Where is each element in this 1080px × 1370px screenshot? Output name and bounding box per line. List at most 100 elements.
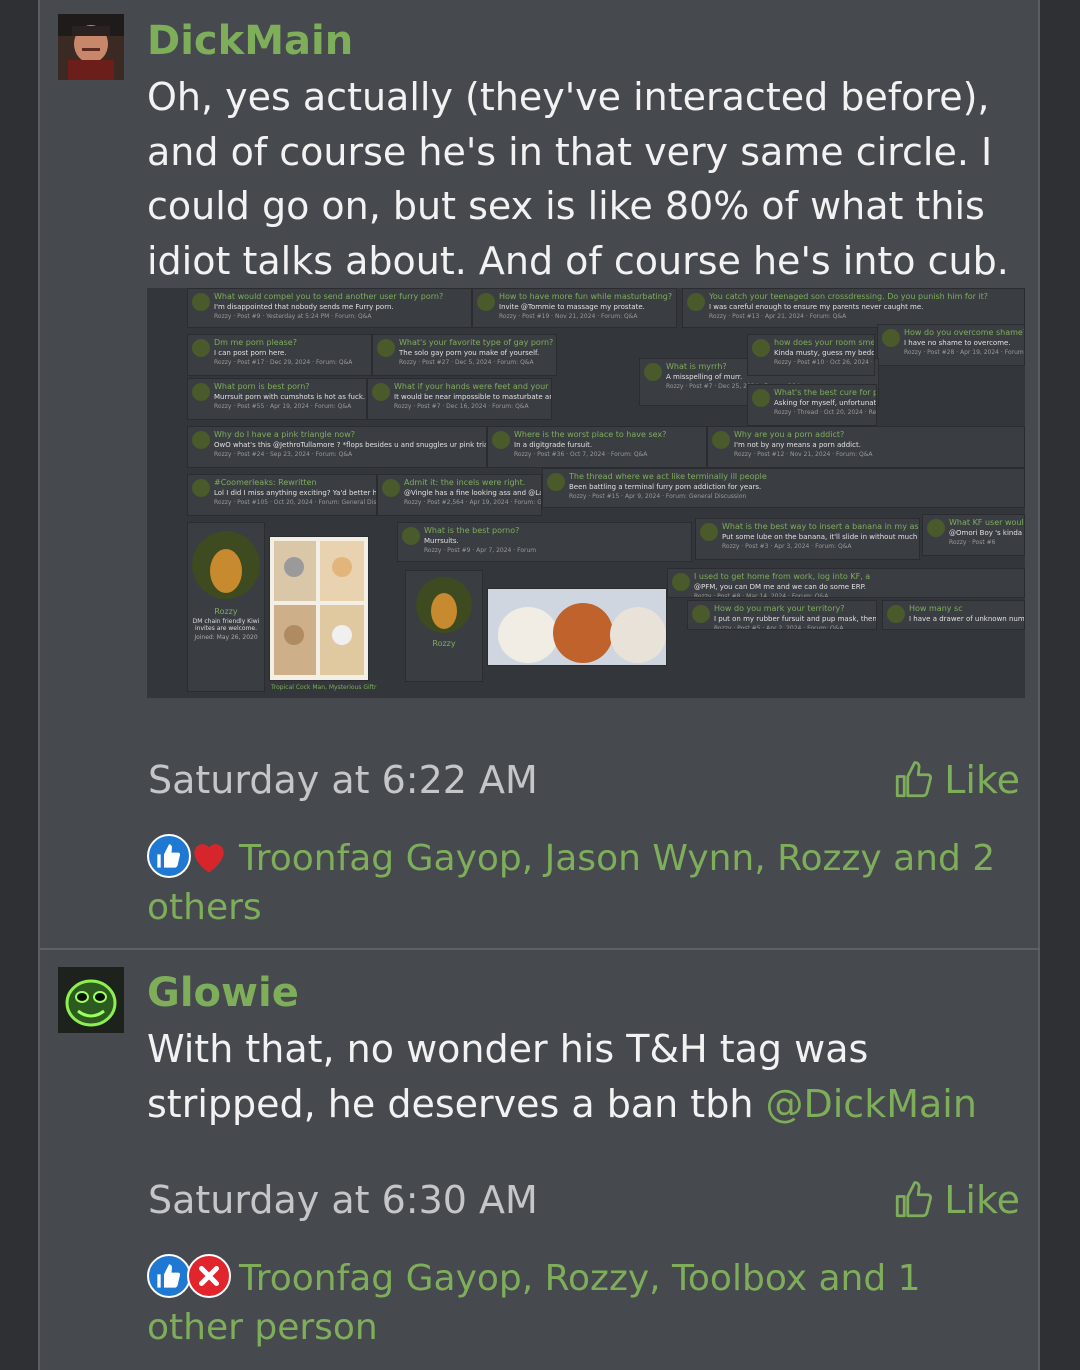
profile-avatar: [192, 531, 260, 599]
snippet-text: OwO what's this @JethroTullamore ? *flop…: [214, 441, 487, 449]
snippet-title: Dm me porn please?: [214, 338, 297, 347]
like-button[interactable]: Like: [892, 758, 1020, 802]
avatar-image: [58, 967, 124, 1033]
snippet-card: How many sc I have a drawer of unknown nu…: [882, 600, 1025, 630]
profile-name: Rozzy: [214, 607, 238, 616]
snippet-avatar: [752, 389, 770, 407]
snippet-avatar: [192, 479, 210, 497]
snippet-title: How to have more fun while masturbating?: [499, 292, 673, 301]
snippet-avatar: [477, 293, 495, 311]
snippet-meta: Rozzy · Post #9 · Yesterday at 5:24 PM ·…: [214, 313, 372, 320]
snippet-title: What would compel you to send another us…: [214, 292, 444, 301]
anime-art-panel: [487, 588, 667, 666]
snippet-card: How to have more fun while masturbating?…: [472, 288, 677, 328]
snippet-avatar: [192, 431, 210, 449]
snippet-meta: Rozzy · Post #28 · Apr 19, 2024 · Forum:…: [904, 349, 1025, 356]
snippet-card: What porn is best porn? Murrsuit porn wit…: [187, 378, 367, 420]
snippet-meta: Rozzy · Post #19 · Nov 21, 2024 · Forum:…: [499, 313, 638, 320]
post-body-text: With that, no wonder his T&H tag was str…: [147, 1027, 869, 1126]
snippet-title: The thread where we act like terminally …: [569, 472, 767, 481]
snippet-meta: Rozzy · Post #8 · Mar 14, 2024 · Forum: …: [694, 593, 829, 598]
snippet-title: What is the best way to insert a banana …: [722, 522, 920, 531]
snippet-meta: Rozzy · Post #24 · Sep 23, 2024 · Forum:…: [214, 451, 353, 458]
snippet-meta: Rozzy · Post #36 · Oct 7, 2024 · Forum: …: [514, 451, 648, 458]
thumbs-up-outline-icon: [896, 1181, 933, 1218]
snippet-card: What's the best cure for porn addiction?…: [747, 384, 877, 426]
thumbs-up-icon: [147, 834, 191, 878]
thumbs-up-outline-icon: [896, 761, 933, 798]
snippet-meta: Rozzy · Post #10 · Oct 26, 2024 · Forum:…: [774, 359, 874, 366]
snippet-card: Why do I have a pink triangle now? OwO wh…: [187, 426, 487, 468]
snippet-meta: Rozzy · Post #3 · Apr 3, 2024 · Forum: Q…: [722, 543, 852, 550]
snippet-card: how does your room smell like? Kinda must…: [747, 334, 875, 376]
snippet-title: What's your favorite type of gay porn?: [399, 338, 554, 347]
post-timestamp[interactable]: Saturday at 6:22 AM: [148, 758, 538, 802]
post-timestamp[interactable]: Saturday at 6:30 AM: [148, 1178, 538, 1222]
post-dickmain: DickMain Oh, yes actually (they've inter…: [40, 0, 1040, 948]
snippet-card: What is the best porno? Murrsuits. Rozzy ·…: [397, 522, 692, 562]
snippet-avatar: [377, 339, 395, 357]
snippet-meta: Rozzy · Post #2,564 · Apr 19, 2024 · For…: [404, 499, 542, 506]
snippet-text: @Vingle has a fine looking ass and @Lapl…: [404, 489, 541, 497]
reactions-summary[interactable]: Troonfag Gayop, Rozzy, Toolbox and 1 oth…: [147, 1254, 1007, 1352]
snippet-card: What KF user would you have sex with? @Om…: [922, 514, 1025, 556]
avatar[interactable]: [58, 14, 124, 80]
like-button[interactable]: Like: [892, 1178, 1020, 1222]
reaction-icons: [147, 1254, 231, 1298]
avatar[interactable]: [58, 967, 124, 1033]
snippet-avatar: [644, 363, 662, 381]
snippet-avatar: [382, 479, 400, 497]
snippet-avatar: [882, 329, 900, 347]
snippet-title: Where is the worst place to have sex?: [514, 430, 667, 439]
snippet-text: Lol I did I miss anything exciting? Ya'd…: [214, 489, 377, 497]
snippet-card: Dm me porn please? I can post porn here. R…: [187, 334, 372, 376]
snippet-title: What's the best cure for porn addiction?: [774, 388, 876, 397]
snippet-card: What if your hands were feet and your fe…: [367, 378, 552, 420]
post-glowie: Glowie With that, no wonder his T&H tag …: [40, 950, 1040, 1370]
snippet-card: How do you mark your territory? I put on …: [687, 600, 877, 630]
avatar-image: [58, 14, 124, 80]
snippet-avatar: [192, 383, 210, 401]
snippet-avatar: [547, 473, 565, 491]
profile-joined: Joined: May 26, 2020: [194, 634, 258, 641]
snippet-avatar: [887, 605, 905, 623]
snippet-text: I'm disappointed that nobody sends me Fu…: [214, 303, 394, 311]
page: DickMain Oh, yes actually (they've inter…: [0, 0, 1080, 1370]
snippet-meta: Rozzy · Post #7 · Dec 16, 2024 · Forum: …: [394, 403, 529, 410]
snippet-text: Been battling a terminal furry porn addi…: [569, 483, 762, 491]
snippet-text: @Omori Boy 's kinda hot, just saying.: [949, 529, 1024, 537]
snippet-text: I have no shame to overcome.: [904, 339, 1011, 347]
snippet-title: How many sc: [909, 604, 963, 613]
snippet-title: What KF user would you have sex with?: [949, 518, 1024, 527]
username[interactable]: Glowie: [147, 970, 299, 1016]
snippet-card: I used to get home from work, log into K…: [667, 568, 1025, 598]
snippet-text: Asking for myself, unfortunately.: [774, 399, 877, 407]
comic-art-panel: [269, 536, 369, 681]
reactions-text: Troonfag Gayop, Jason Wynn, Rozzy and 2 …: [147, 838, 996, 928]
snippet-text: In a digitgrade fursuit.: [514, 441, 593, 449]
snippet-title: What if your hands were feet and your fe…: [394, 382, 551, 391]
snippet-avatar: [492, 431, 510, 449]
like-label: Like: [944, 1178, 1020, 1222]
snippet-avatar: [402, 527, 420, 545]
snippet-title: Why do I have a pink triangle now?: [214, 430, 355, 439]
snippet-meta: Rozzy · Post #105 · Oct 20, 2024 · Forum…: [214, 499, 377, 506]
attached-screenshot-collage[interactable]: What would compel you to send another us…: [147, 288, 1025, 698]
reaction-icons: [147, 834, 231, 878]
reactions-text: Troonfag Gayop, Rozzy, Toolbox and 1 oth…: [147, 1258, 921, 1348]
snippet-avatar: [372, 383, 390, 401]
snippet-meta: Rozzy · Thread · Oct 20, 2024 · Replies:…: [774, 409, 877, 416]
thumbs-up-icon: [147, 1254, 191, 1298]
username[interactable]: DickMain: [147, 18, 353, 64]
snippet-title: Admit it: the incels were right.: [404, 478, 526, 487]
snippet-card: Why are you a porn addict? I'm not by any…: [707, 426, 1025, 468]
snippet-meta: Rozzy · Post #5 · Apr 2, 2024 · Forum: Q…: [714, 625, 844, 630]
reactions-summary[interactable]: Troonfag Gayop, Jason Wynn, Rozzy and 2 …: [147, 834, 1007, 932]
snippet-card: How do you overcome shame? I have no sham…: [877, 324, 1025, 366]
snippet-meta: Rozzy · Post #27 · Dec 5, 2024 · Forum: …: [399, 359, 534, 366]
snippet-meta: Rozzy · Post #15 · Apr 9, 2024 · Forum: …: [569, 493, 747, 500]
user-mention-link[interactable]: @DickMain: [765, 1082, 976, 1126]
profile-card: Rozzy DM chain friendly Kiwi invites are …: [187, 522, 265, 692]
snippet-title: How do you mark your territory?: [714, 604, 845, 613]
profile-name: Rozzy: [432, 639, 456, 648]
